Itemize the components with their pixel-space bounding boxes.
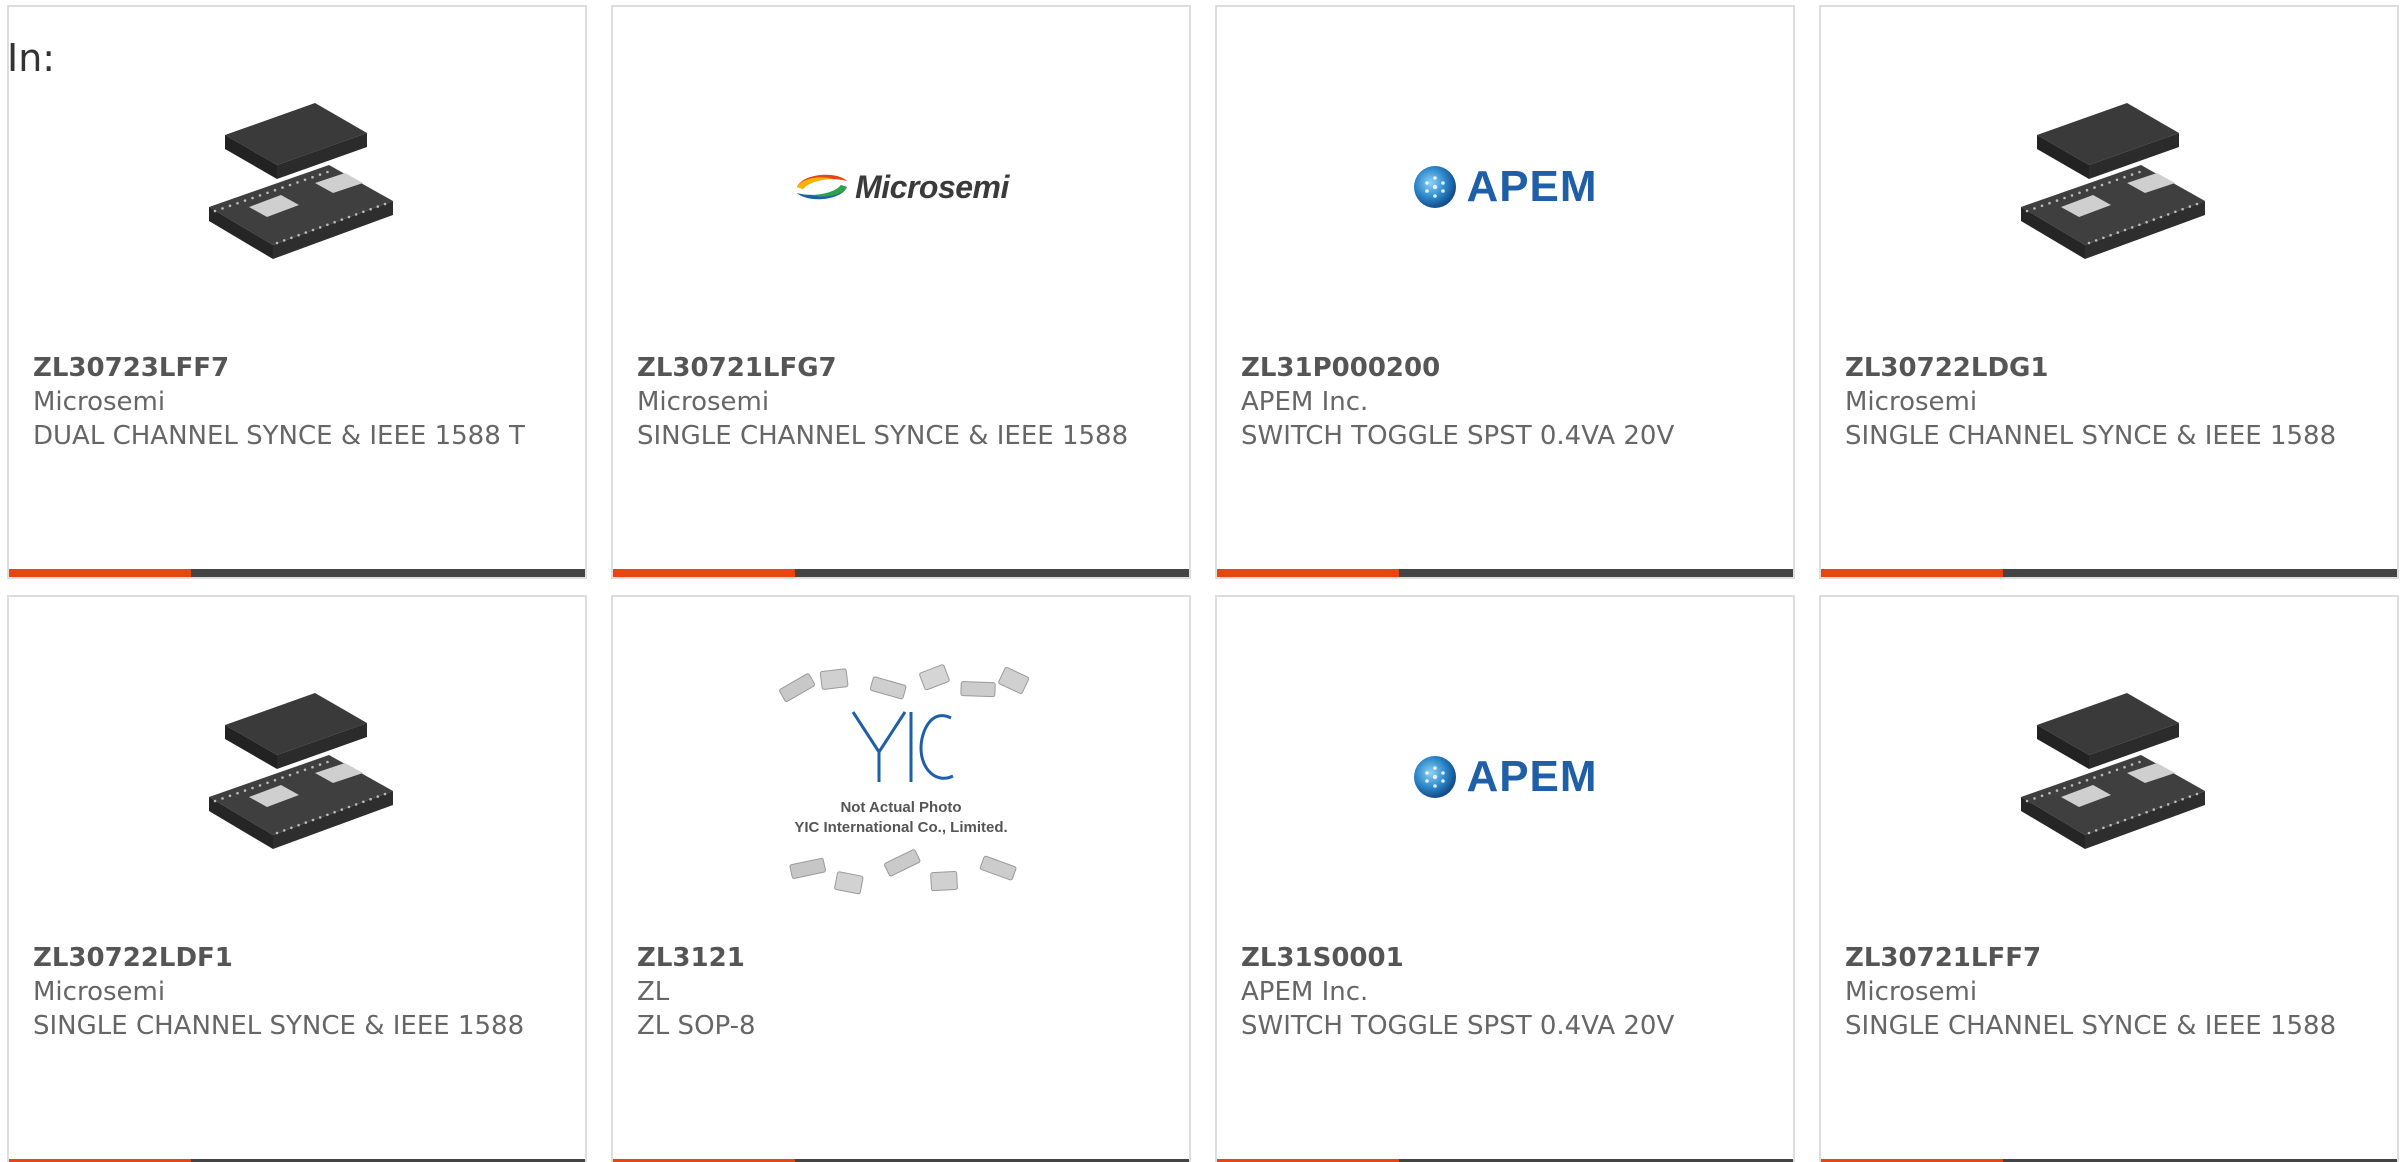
in-label: In: xyxy=(7,36,56,80)
product-info: ZL30722LDG1 Microsemi SINGLE CHANNEL SYN… xyxy=(1845,351,2373,453)
chip-package-image xyxy=(2009,677,2209,877)
product-image[interactable]: APEM xyxy=(1217,57,1793,317)
placeholder-photo-image: Not Actual Photo YIC International Co., … xyxy=(779,664,1030,895)
manufacturer-name: Microsemi xyxy=(33,977,166,1007)
product-description: SINGLE CHANNEL SYNCE & IEEE 1588 xyxy=(33,1011,525,1041)
card-accent-bar xyxy=(613,569,795,577)
part-number-link[interactable]: ZL31P000200 xyxy=(1241,351,1769,385)
manufacturer-name: APEM Inc. xyxy=(1241,387,1369,417)
product-description: DUAL CHANNEL SYNCE & IEEE 1588 T xyxy=(33,421,525,451)
chip-package-image xyxy=(197,677,397,877)
product-card[interactable]: Microsemi ZL30721LFG7 Microsemi SINGLE C… xyxy=(611,5,1191,579)
card-accent-bar xyxy=(9,569,191,577)
microsemi-logo: Microsemi xyxy=(793,169,1009,206)
manufacturer-name: Microsemi xyxy=(637,387,770,417)
product-image[interactable] xyxy=(9,647,585,907)
part-number-link[interactable]: ZL3121 xyxy=(637,941,1165,975)
product-info: ZL30721LFF7 Microsemi SINGLE CHANNEL SYN… xyxy=(1845,941,2373,1043)
manufacturer-name: ZL xyxy=(637,977,670,1007)
yic-logo-mark xyxy=(851,711,954,782)
product-info: ZL3121 ZL ZL SOP-8 xyxy=(637,941,1165,1043)
product-card[interactable]: ZL30722LDF1 Microsemi SINGLE CHANNEL SYN… xyxy=(7,595,587,1162)
manufacturer-name: Microsemi xyxy=(1845,977,1978,1007)
product-image[interactable] xyxy=(1821,647,2397,907)
part-number-link[interactable]: ZL30721LFG7 xyxy=(637,351,1165,385)
chip-package-image xyxy=(2009,87,2209,287)
product-description: SINGLE CHANNEL SYNCE & IEEE 1588 xyxy=(1845,1011,2337,1041)
part-number-link[interactable]: ZL31S0001 xyxy=(1241,941,1769,975)
card-accent-bar xyxy=(1821,569,2003,577)
product-grid-page: In: ZL30723LFF7 Microsemi DUAL CHANNEL S… xyxy=(0,0,2400,1162)
product-image[interactable]: APEM xyxy=(1217,647,1793,907)
product-card[interactable]: Not Actual Photo YIC International Co., … xyxy=(611,595,1191,1162)
product-card[interactable]: APEM ZL31P000200 APEM Inc. SWITCH TOGGLE… xyxy=(1215,5,1795,579)
microsemi-swirl-icon xyxy=(797,174,848,200)
apem-logo-text: APEM xyxy=(1466,162,1598,211)
product-description: SWITCH TOGGLE SPST 0.4VA 20V xyxy=(1241,421,1675,451)
product-info: ZL30722LDF1 Microsemi SINGLE CHANNEL SYN… xyxy=(33,941,561,1043)
product-info: ZL31P000200 APEM Inc. SWITCH TOGGLE SPST… xyxy=(1241,351,1769,453)
product-image[interactable] xyxy=(9,57,585,317)
product-card[interactable]: APEM ZL31S0001 APEM Inc. SWITCH TOGGLE S… xyxy=(1215,595,1795,1162)
product-description: SINGLE CHANNEL SYNCE & IEEE 1588 xyxy=(1845,421,2337,451)
microsemi-logo-text: Microsemi xyxy=(855,168,1009,205)
product-image[interactable]: Microsemi xyxy=(613,57,1189,317)
apem-logo: APEM xyxy=(1412,752,1597,802)
product-description: SINGLE CHANNEL SYNCE & IEEE 1588 xyxy=(637,421,1129,451)
part-number-link[interactable]: ZL30723LFF7 xyxy=(33,351,561,385)
product-description: SWITCH TOGGLE SPST 0.4VA 20V xyxy=(1241,1011,1675,1041)
part-number-link[interactable]: ZL30722LDF1 xyxy=(33,941,561,975)
product-info: ZL31S0001 APEM Inc. SWITCH TOGGLE SPST 0… xyxy=(1241,941,1769,1043)
apem-logo-text: APEM xyxy=(1466,752,1598,801)
product-info: ZL30723LFF7 Microsemi DUAL CHANNEL SYNCE… xyxy=(33,351,561,453)
product-card[interactable]: ZL30722LDG1 Microsemi SINGLE CHANNEL SYN… xyxy=(1819,5,2399,579)
product-image[interactable]: Not Actual Photo YIC International Co., … xyxy=(613,647,1189,907)
part-number-link[interactable]: ZL30721LFF7 xyxy=(1845,941,2373,975)
card-accent-bar xyxy=(1217,569,1399,577)
manufacturer-name: Microsemi xyxy=(33,387,166,417)
product-info: ZL30721LFG7 Microsemi SINGLE CHANNEL SYN… xyxy=(637,351,1165,453)
placeholder-caption-2: YIC International Co., Limited. xyxy=(794,819,1007,836)
product-card[interactable]: ZL30721LFF7 Microsemi SINGLE CHANNEL SYN… xyxy=(1819,595,2399,1162)
part-number-link[interactable]: ZL30722LDG1 xyxy=(1845,351,2373,385)
manufacturer-name: Microsemi xyxy=(1845,387,1978,417)
apem-logo: APEM xyxy=(1412,162,1597,212)
apem-globe-icon xyxy=(1414,166,1457,208)
product-card[interactable]: ZL30723LFF7 Microsemi DUAL CHANNEL SYNCE… xyxy=(7,5,587,579)
chip-package-image xyxy=(197,87,397,287)
manufacturer-name: APEM Inc. xyxy=(1241,977,1369,1007)
apem-globe-icon xyxy=(1414,756,1457,798)
product-description: ZL SOP-8 xyxy=(637,1011,756,1041)
product-image[interactable] xyxy=(1821,57,2397,317)
placeholder-caption-1: Not Actual Photo xyxy=(840,799,961,816)
